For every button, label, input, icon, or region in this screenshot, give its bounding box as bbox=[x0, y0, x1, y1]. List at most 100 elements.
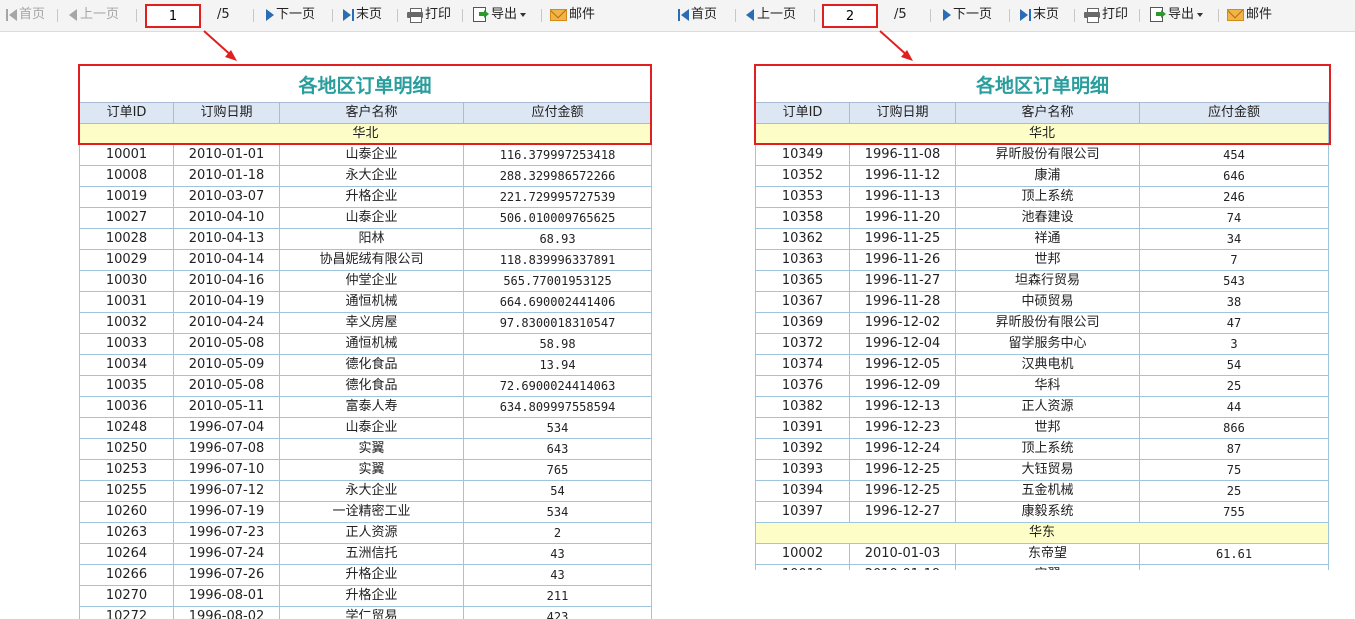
order-date-cell: 2010-04-13 bbox=[173, 228, 280, 250]
amount-cell: 47 bbox=[1139, 312, 1329, 334]
order-id-cell: 10032 bbox=[79, 312, 174, 334]
column-header-order-date: 订购日期 bbox=[849, 102, 956, 124]
order-id-cell: 10392 bbox=[755, 438, 850, 460]
export-button[interactable]: 导出 bbox=[473, 6, 527, 24]
customer-cell: 中硕贸易 bbox=[955, 291, 1140, 313]
table-row: 10263 1996-07-23 正人资源 2 bbox=[79, 522, 652, 544]
customer-cell: 祥通 bbox=[955, 228, 1140, 250]
first-page-button[interactable]: 首页 bbox=[6, 6, 45, 24]
export-icon bbox=[1150, 7, 1166, 22]
customer-cell: 山泰企业 bbox=[279, 417, 464, 439]
export-button[interactable]: 导出 bbox=[1150, 6, 1204, 24]
order-date-cell: 1996-12-25 bbox=[849, 480, 956, 502]
order-id-cell: 10362 bbox=[755, 228, 850, 250]
order-date-cell: 1996-11-12 bbox=[849, 165, 956, 187]
amount-cell: 755 bbox=[1139, 501, 1329, 523]
table-row: 10272 1996-08-02 学仁贸易 423 bbox=[79, 606, 652, 619]
table-row: 10353 1996-11-13 顶上系统 246 bbox=[755, 186, 1329, 208]
customer-cell: 世邦 bbox=[955, 417, 1140, 439]
table-row: 10028 2010-04-13 阳林 68.93 bbox=[79, 228, 652, 250]
amount-cell: 116.379997253418 bbox=[463, 144, 652, 166]
mail-button[interactable]: 邮件 bbox=[1227, 6, 1272, 24]
amount-cell: 765 bbox=[463, 459, 652, 481]
order-id-cell: 10248 bbox=[79, 417, 174, 439]
order-id-cell: 10394 bbox=[755, 480, 850, 502]
customer-cell: 汉典电机 bbox=[955, 354, 1140, 376]
order-id-cell: 10270 bbox=[79, 585, 174, 607]
next-page-icon bbox=[942, 8, 951, 21]
order-id-cell: 10393 bbox=[755, 459, 850, 481]
amount-cell: 54 bbox=[463, 480, 652, 502]
customer-cell: 池春建设 bbox=[955, 207, 1140, 229]
table-row: 10362 1996-11-25 祥通 34 bbox=[755, 228, 1329, 250]
next-page-button[interactable]: 下一页 bbox=[942, 6, 992, 24]
prev-page-button[interactable]: 上一页 bbox=[69, 6, 119, 24]
separator bbox=[1218, 9, 1219, 22]
amount-cell: 34 bbox=[1139, 228, 1329, 250]
order-id-cell: 10001 bbox=[79, 144, 174, 166]
prev-page-button[interactable]: 上一页 bbox=[746, 6, 796, 24]
amount-cell: 58.98 bbox=[463, 333, 652, 355]
amount-cell: 423 bbox=[463, 606, 652, 619]
customer-cell: 康毅系统 bbox=[955, 501, 1140, 523]
order-date-cell: 1996-08-02 bbox=[173, 606, 280, 619]
group-row: 华北 bbox=[79, 123, 652, 145]
order-date-cell: 2010-04-10 bbox=[173, 207, 280, 229]
amount-cell: 13.94 bbox=[463, 354, 652, 376]
annotation-arrow bbox=[879, 30, 913, 61]
amount-cell: 543 bbox=[1139, 270, 1329, 292]
order-table: 订单ID 订购日期 客户名称 应付金额 华北 10349 1996-11-08 昇昕… bbox=[755, 102, 1329, 570]
separator bbox=[930, 9, 931, 22]
column-header-order-id: 订单ID bbox=[79, 102, 174, 124]
mail-button[interactable]: 邮件 bbox=[550, 6, 595, 24]
table-row: 10033 2010-05-08 通恒机械 58.98 bbox=[79, 333, 652, 355]
table-row: 10365 1996-11-27 坦森行贸易 543 bbox=[755, 270, 1329, 292]
customer-cell: 正人资源 bbox=[279, 522, 464, 544]
next-page-button[interactable]: 下一页 bbox=[265, 6, 315, 24]
table-row: 10393 1996-12-25 大钰贸易 75 bbox=[755, 459, 1329, 481]
amount-cell: 506.010009765625 bbox=[463, 207, 652, 229]
mail-icon bbox=[1227, 8, 1244, 21]
order-date-cell: 1996-07-10 bbox=[173, 459, 280, 481]
mail-label: 邮件 bbox=[1246, 7, 1273, 22]
order-date-cell: 1996-07-12 bbox=[173, 480, 280, 502]
customer-cell: 坦森行贸易 bbox=[955, 270, 1140, 292]
order-date-cell: 1996-07-23 bbox=[173, 522, 280, 544]
table-row: 10001 2010-01-01 山泰企业 116.379997253418 bbox=[79, 144, 652, 166]
print-button[interactable]: 打印 bbox=[1084, 6, 1128, 24]
first-page-button[interactable]: 首页 bbox=[678, 6, 717, 24]
print-label: 打印 bbox=[1102, 7, 1129, 22]
customer-cell: 永大企业 bbox=[279, 165, 464, 187]
amount-cell: 454 bbox=[1139, 144, 1329, 166]
order-id-cell: 10376 bbox=[755, 375, 850, 397]
order-date-cell: 1996-12-25 bbox=[849, 459, 956, 481]
print-button[interactable]: 打印 bbox=[407, 6, 451, 24]
table-row: 10035 2010-05-08 德化食品 72.6900024414063 bbox=[79, 375, 652, 397]
last-page-button[interactable]: 末页 bbox=[1020, 6, 1059, 24]
separator bbox=[332, 9, 333, 22]
amount-cell: 74 bbox=[1139, 207, 1329, 229]
group-label: 华北 bbox=[755, 123, 1329, 145]
order-id-cell: 10266 bbox=[79, 564, 174, 586]
customer-cell: 山泰企业 bbox=[279, 144, 464, 166]
report-viewer-left: 首页 上一页 /5 下一页 末页 打印 导出 邮件 各 bbox=[0, 0, 678, 619]
order-date-cell: 2010-04-16 bbox=[173, 270, 280, 292]
customer-cell: 华科 bbox=[955, 375, 1140, 397]
table-row: 10019 2010-03-07 升格企业 221.729995727539 bbox=[79, 186, 652, 208]
page-number-input[interactable] bbox=[822, 4, 878, 28]
table-row: 10253 1996-07-10 实翼 765 bbox=[79, 459, 652, 481]
page-number-input[interactable] bbox=[145, 4, 201, 28]
order-id-cell: 10033 bbox=[79, 333, 174, 355]
last-page-label: 末页 bbox=[356, 7, 383, 22]
order-id-cell: 10391 bbox=[755, 417, 850, 439]
last-page-button[interactable]: 末页 bbox=[343, 6, 382, 24]
first-page-label: 首页 bbox=[691, 7, 718, 22]
order-id-cell: 10008 bbox=[79, 165, 174, 187]
order-id-cell: 10260 bbox=[79, 501, 174, 523]
customer-cell: 山泰企业 bbox=[279, 207, 464, 229]
amount-cell: 415.910003662109 bbox=[1139, 564, 1329, 570]
order-date-cell: 1996-07-08 bbox=[173, 438, 280, 460]
column-header-customer: 客户名称 bbox=[955, 102, 1140, 124]
customer-cell: 留学服务中心 bbox=[955, 333, 1140, 355]
amount-cell: 866 bbox=[1139, 417, 1329, 439]
